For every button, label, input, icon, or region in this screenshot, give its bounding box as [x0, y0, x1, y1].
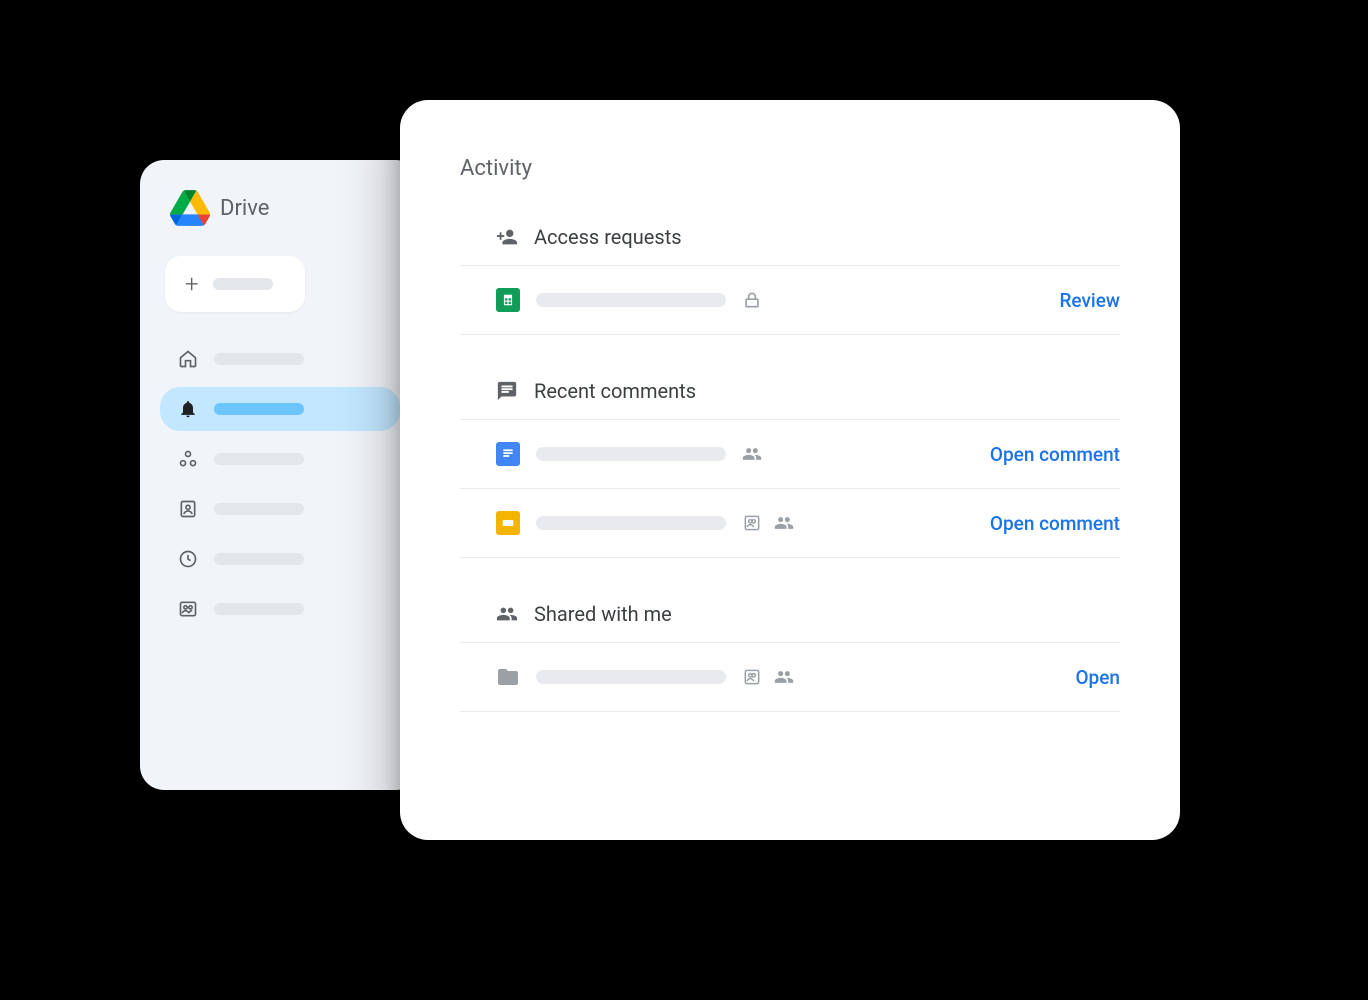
- new-button[interactable]: +: [165, 256, 305, 312]
- meta-icons: [742, 513, 794, 533]
- placeholder: [214, 553, 304, 565]
- meta-icons: [742, 290, 762, 310]
- drive-header: Drive: [160, 190, 400, 226]
- meta-icons: [742, 444, 762, 464]
- group-icon: [742, 444, 762, 464]
- group-icon: [774, 667, 794, 687]
- meta-icons: [742, 667, 794, 687]
- file-name-placeholder: [536, 670, 726, 684]
- open-comment-action[interactable]: Open comment: [990, 443, 1120, 466]
- sidebar-item-workspaces[interactable]: [160, 437, 400, 481]
- group-icon: [496, 603, 518, 625]
- activity-row[interactable]: Open comment: [460, 420, 1120, 489]
- comment-icon: [496, 380, 518, 402]
- section-title: Access requests: [534, 225, 682, 249]
- home-icon: [178, 349, 198, 369]
- open-action[interactable]: Open: [1075, 666, 1120, 689]
- sidebar-item-home[interactable]: [160, 337, 400, 381]
- file-name-placeholder: [536, 293, 726, 307]
- sidebar-item-activity[interactable]: [160, 387, 400, 431]
- shared-drive-icon: [742, 513, 762, 533]
- section-title: Recent comments: [534, 379, 696, 403]
- docs-icon: [496, 442, 520, 466]
- sidebar-item-recent[interactable]: [160, 537, 400, 581]
- placeholder: [214, 353, 304, 365]
- plus-icon: +: [185, 272, 199, 296]
- file-name-placeholder: [536, 447, 726, 461]
- section-access-requests: Access requests Review: [460, 225, 1120, 335]
- bell-icon: [178, 399, 198, 419]
- placeholder: [214, 403, 304, 415]
- panel-title: Activity: [460, 156, 1120, 181]
- group-icon: [774, 513, 794, 533]
- slides-icon: [496, 511, 520, 535]
- workspaces-icon: [178, 449, 198, 469]
- sidebar-item-shared[interactable]: [160, 587, 400, 631]
- review-action[interactable]: Review: [1059, 289, 1120, 312]
- clock-icon: [178, 549, 198, 569]
- folder-icon: [496, 665, 520, 689]
- sheets-icon: [496, 288, 520, 312]
- section-header: Access requests: [460, 225, 1120, 266]
- person-add-icon: [496, 226, 518, 248]
- drive-title: Drive: [220, 196, 269, 221]
- open-comment-action[interactable]: Open comment: [990, 512, 1120, 535]
- activity-row[interactable]: Open: [460, 643, 1120, 712]
- placeholder: [214, 603, 304, 615]
- file-name-placeholder: [536, 516, 726, 530]
- people-icon: [178, 599, 198, 619]
- section-shared-with-me: Shared with me Open: [460, 602, 1120, 712]
- shared-drives-icon: [178, 499, 198, 519]
- section-recent-comments: Recent comments Open comment Open commen…: [460, 379, 1120, 558]
- drive-logo-icon: [170, 190, 210, 226]
- activity-panel: Activity Access requests Review Recent c…: [400, 100, 1180, 840]
- placeholder: [214, 453, 304, 465]
- placeholder: [214, 503, 304, 515]
- section-header: Recent comments: [460, 379, 1120, 420]
- section-header: Shared with me: [460, 602, 1120, 643]
- shared-drive-icon: [742, 667, 762, 687]
- sidebar-item-shared-drives[interactable]: [160, 487, 400, 531]
- activity-row[interactable]: Open comment: [460, 489, 1120, 558]
- drive-sidebar: Drive +: [140, 160, 420, 790]
- activity-row[interactable]: Review: [460, 266, 1120, 335]
- section-title: Shared with me: [534, 602, 672, 626]
- placeholder: [213, 278, 273, 290]
- lock-icon: [742, 290, 762, 310]
